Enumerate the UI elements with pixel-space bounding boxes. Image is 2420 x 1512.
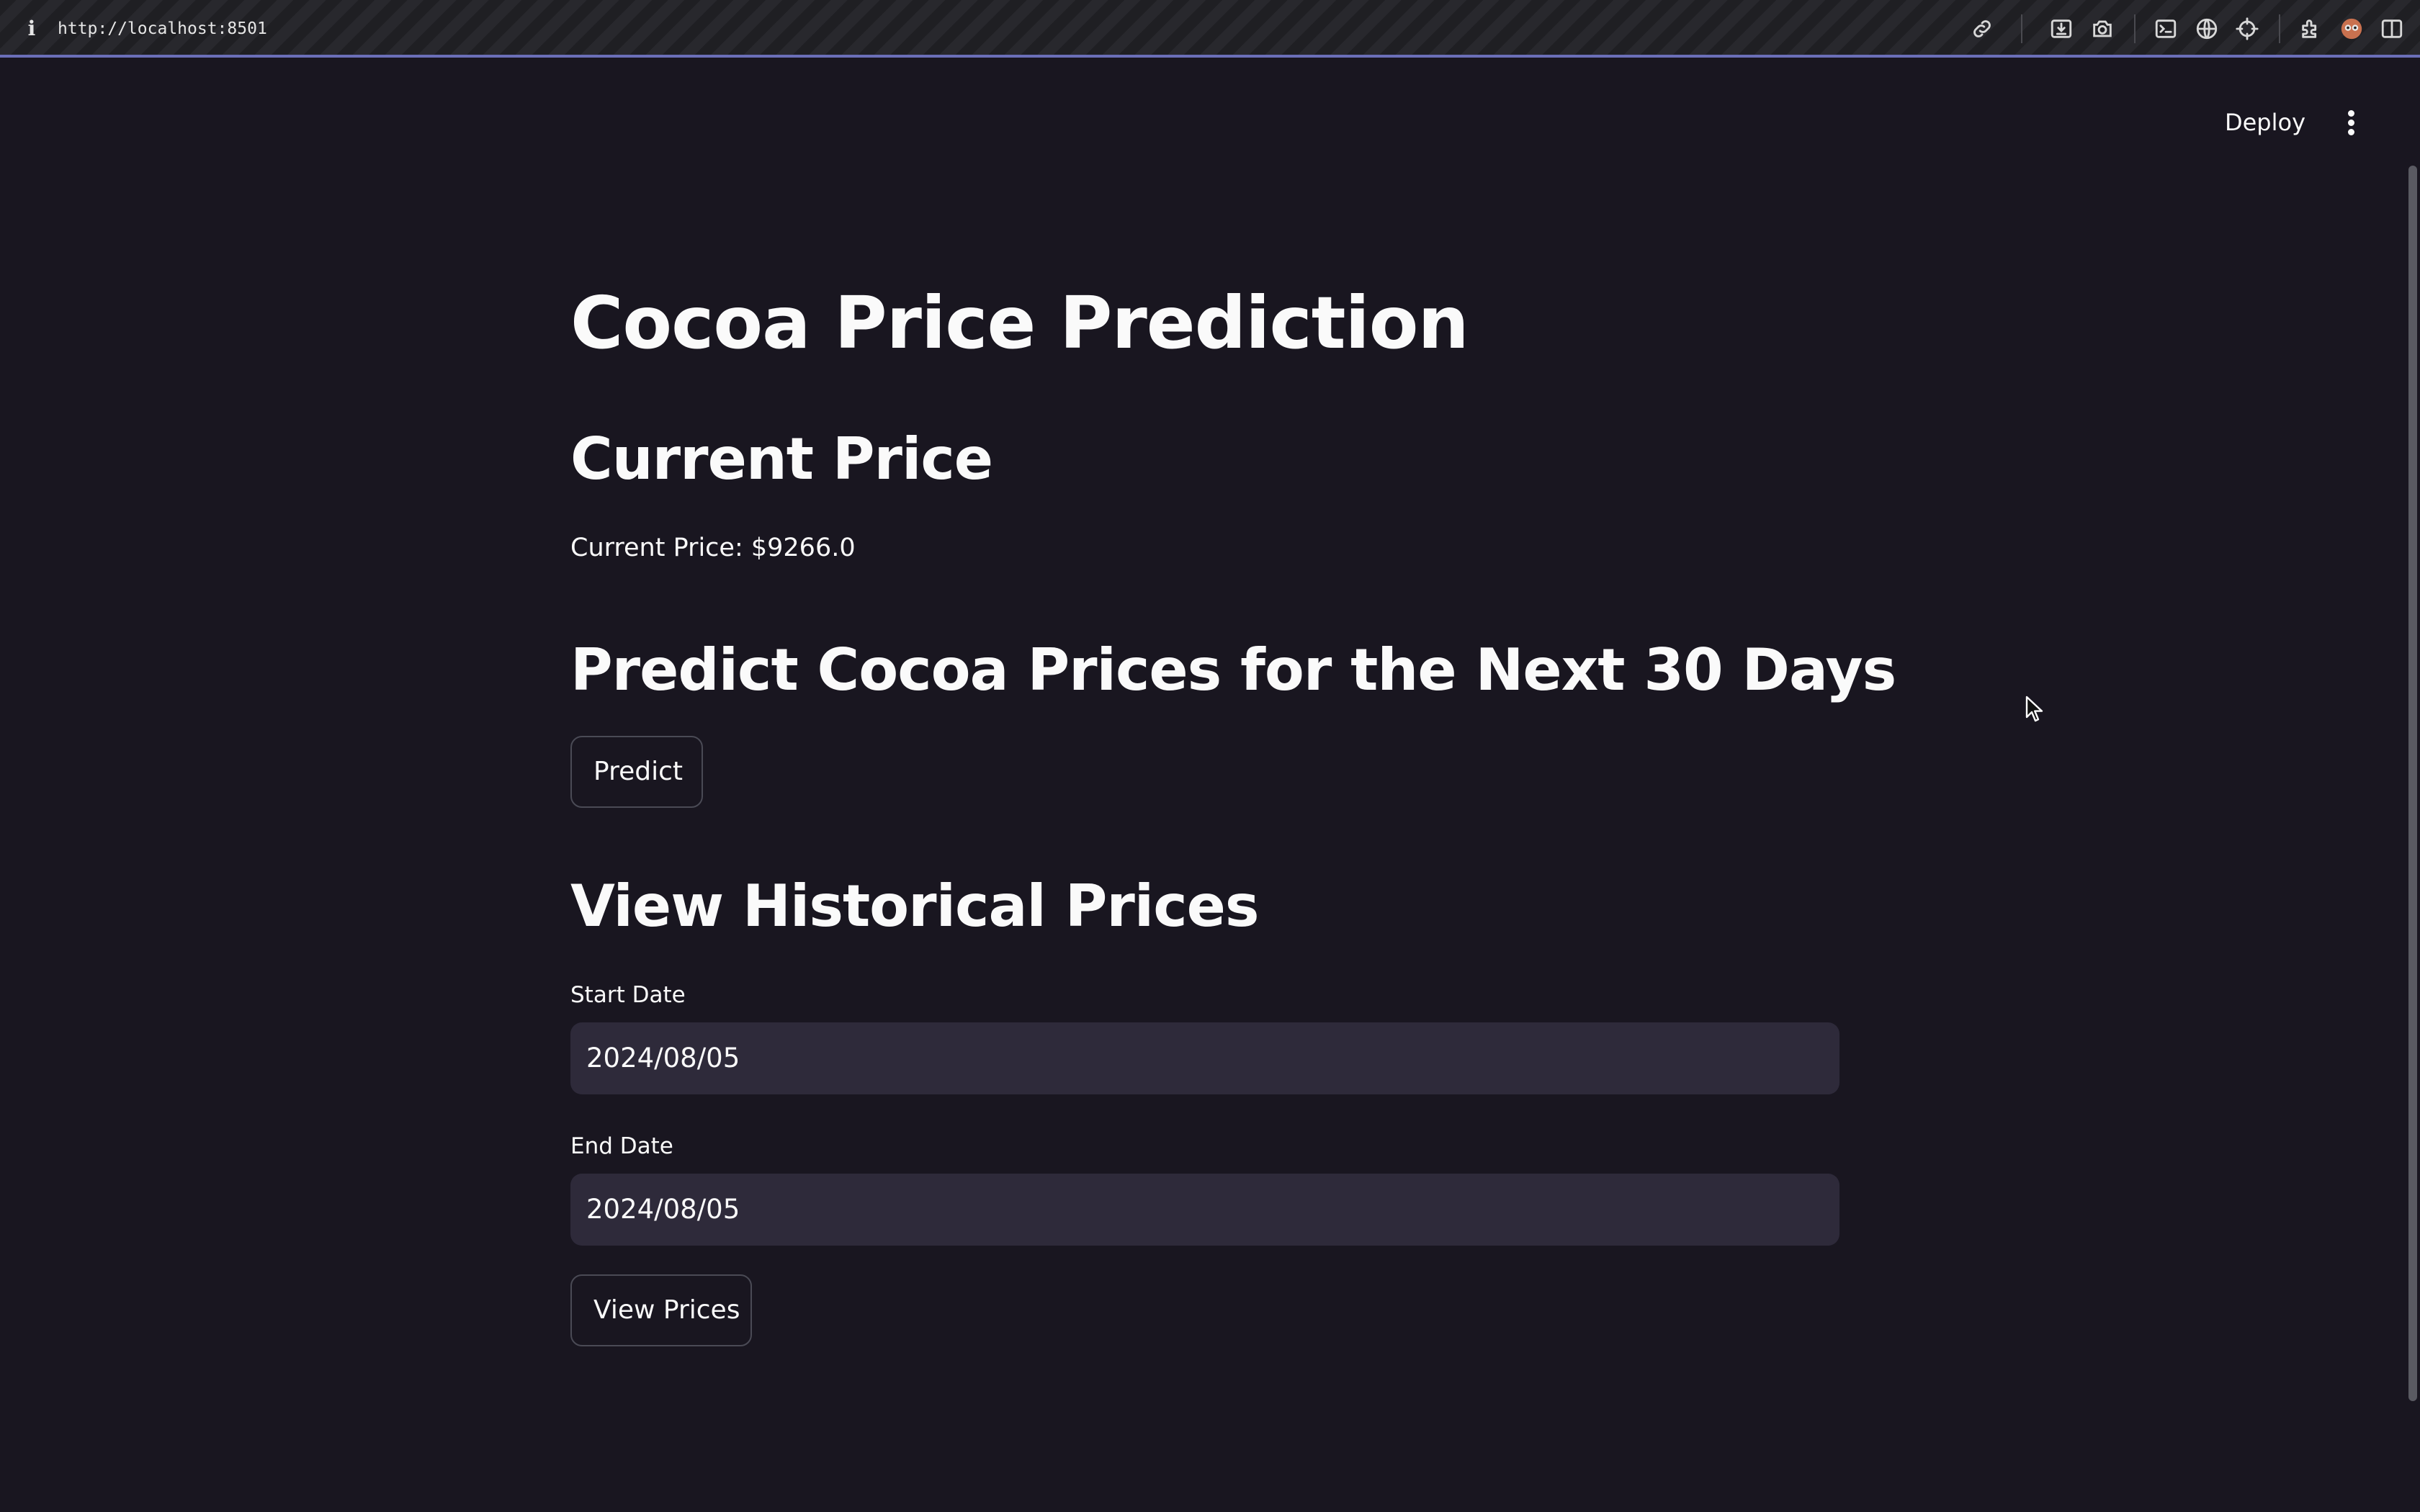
page-title: Cocoa Price Prediction	[570, 281, 1469, 365]
toolbar-separator	[2279, 14, 2280, 43]
predict-button[interactable]: Predict	[570, 736, 703, 808]
start-date-input[interactable]	[570, 1022, 1839, 1094]
globe-icon[interactable]	[2195, 17, 2219, 41]
browser-toolbar: i http://localhost:8501	[0, 0, 2420, 58]
camera-icon[interactable]	[2090, 17, 2115, 41]
mouse-cursor-icon	[2025, 696, 2044, 723]
current-price-text: Current Price: $9266.0	[570, 534, 856, 562]
end-date-label: End Date	[570, 1133, 673, 1159]
info-icon[interactable]: i	[24, 14, 39, 43]
download-icon[interactable]	[2049, 17, 2074, 41]
scrollbar[interactable]	[2408, 166, 2417, 1401]
terminal-icon[interactable]	[2154, 17, 2178, 41]
historical-prices-heading: View Historical Prices	[570, 873, 1259, 940]
predict-heading: Predict Cocoa Prices for the Next 30 Day…	[570, 636, 1896, 703]
toolbar-separator	[2021, 14, 2022, 43]
extension-icon[interactable]	[2299, 17, 2323, 41]
view-prices-button[interactable]: View Prices	[570, 1274, 752, 1346]
crosshair-icon[interactable]	[2235, 17, 2259, 41]
avatar-icon[interactable]	[2339, 17, 2364, 41]
deploy-button[interactable]: Deploy	[2211, 101, 2319, 144]
end-date-input[interactable]	[570, 1174, 1839, 1246]
start-date-label: Start Date	[570, 982, 686, 1008]
more-vertical-icon[interactable]	[2334, 101, 2370, 144]
url-bar[interactable]: http://localhost:8501	[58, 14, 267, 43]
sidebar-icon[interactable]	[2380, 17, 2404, 41]
toolbar-separator	[2134, 14, 2136, 43]
link-icon[interactable]	[1970, 17, 1994, 41]
current-price-heading: Current Price	[570, 426, 993, 492]
